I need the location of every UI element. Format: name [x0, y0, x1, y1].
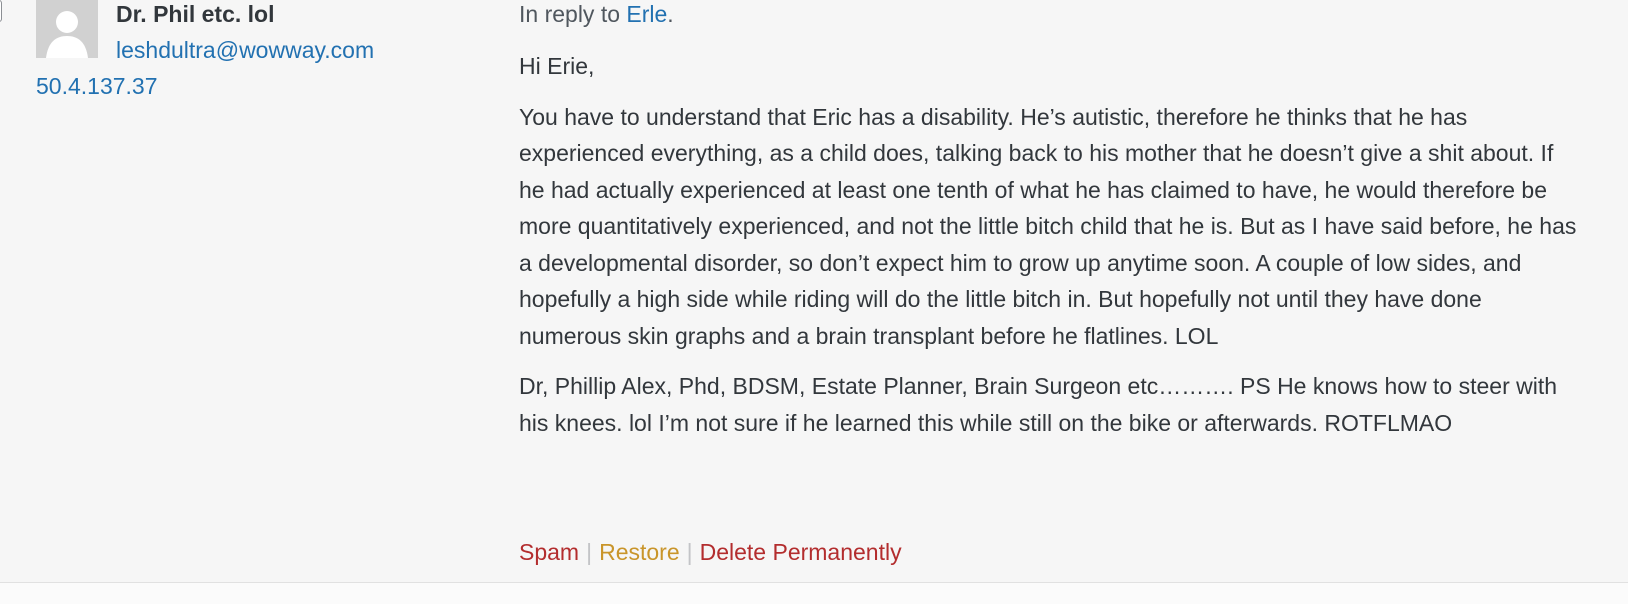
comment-paragraph: You have to understand that Eric has a d… — [519, 103, 1577, 349]
comment-paragraph: Hi Erie, — [519, 53, 595, 79]
spam-button[interactable]: Spam — [519, 539, 579, 565]
comment-row-actions: Spam | Restore | Delete Permanently — [519, 538, 902, 566]
reply-prefix: In reply to — [519, 1, 627, 27]
comment-paragraph: Dr, Phillip Alex, Phd, BDSM, Estate Plan… — [519, 373, 1558, 436]
comment-author-name: Dr. Phil etc. lol — [116, 1, 275, 27]
default-avatar-icon — [36, 0, 98, 58]
comment-content: In reply to Erle. Hi Erie, You have to u… — [519, 0, 1579, 441]
action-separator: | — [586, 539, 593, 565]
in-reply-to: In reply to Erle. — [519, 0, 1579, 28]
restore-button[interactable]: Restore — [599, 539, 680, 565]
action-separator: | — [686, 539, 693, 565]
delete-permanently-button[interactable]: Delete Permanently — [700, 539, 902, 565]
reply-suffix: . — [667, 1, 674, 27]
comment-author-email-link[interactable]: leshdultra@wowway.com — [116, 36, 374, 64]
comment-author-ip-link[interactable]: 50.4.137.37 — [36, 72, 158, 100]
next-row-edge — [0, 583, 1628, 604]
comment-select-checkbox[interactable] — [0, 0, 2, 22]
reply-to-link[interactable]: Erle — [626, 1, 667, 27]
